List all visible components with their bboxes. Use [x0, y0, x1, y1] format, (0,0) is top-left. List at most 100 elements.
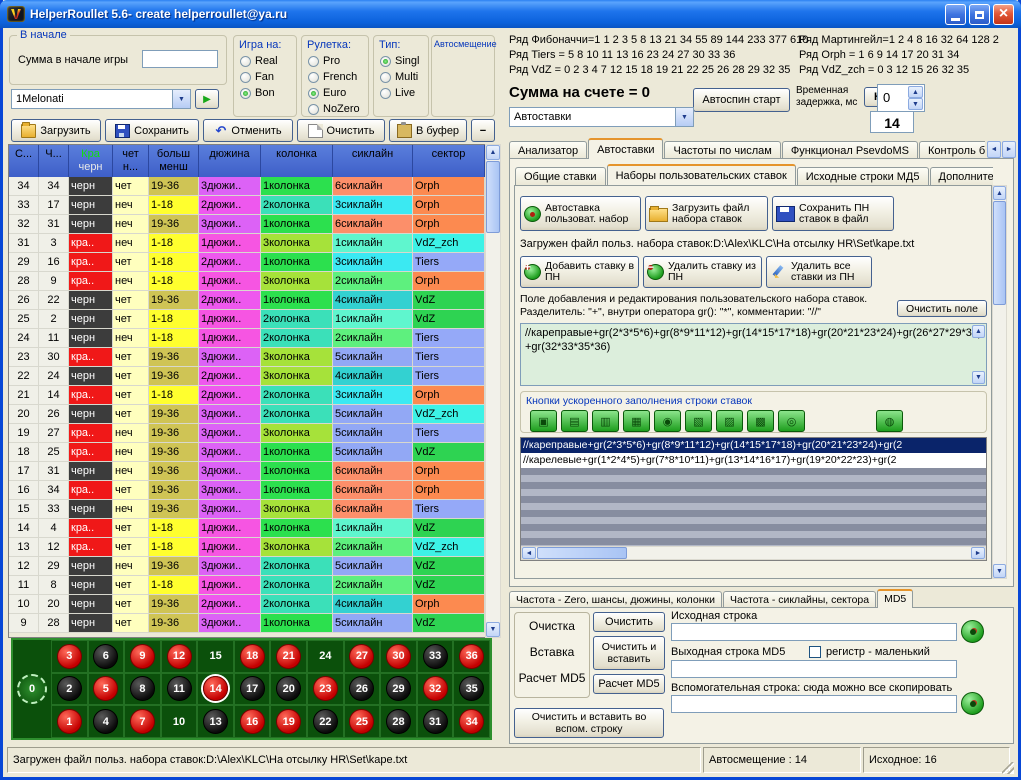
output-string-input[interactable]: [671, 660, 957, 678]
clear-insert-aux-button[interactable]: Очистить и вставить во вспом. строку: [514, 708, 664, 738]
add-stake-button[interactable]: Добавить ставку в ПН: [520, 256, 639, 288]
quick-fill-button-2[interactable]: ▤: [561, 410, 588, 432]
minus-button[interactable]: −: [471, 119, 495, 142]
roulette-cell[interactable]: 7: [124, 705, 161, 738]
quick-fill-button-8[interactable]: ▩: [747, 410, 774, 432]
radio-type-singl[interactable]: Singl: [380, 55, 428, 67]
main-tab-3[interactable]: Частоты по числам: [664, 141, 780, 159]
table-row[interactable]: 1312кра..чет1-181дюжи..3колонка2сиклайнV…: [9, 538, 485, 557]
roulette-cell[interactable]: 17: [234, 673, 271, 706]
quick-fill-button-9[interactable]: ◎: [778, 410, 805, 432]
column-header[interactable]: колонка: [261, 145, 333, 177]
radio-roulette-euro[interactable]: Euro: [308, 87, 368, 99]
table-row[interactable]: 2114кра..чет1-182дюжи..2колонка3сиклайнO…: [9, 386, 485, 405]
spinner-up-icon[interactable]: [908, 86, 923, 98]
roulette-cell[interactable]: 9: [124, 640, 161, 673]
chevron-down-icon[interactable]: [172, 90, 190, 108]
roulette-cell[interactable]: 18: [234, 640, 271, 673]
roulette-cell[interactable]: 31: [417, 705, 454, 738]
column-header[interactable]: С...: [9, 145, 39, 177]
sub-tab-1[interactable]: Общие ставки: [515, 167, 606, 185]
autostakes-combo[interactable]: Автоставки: [509, 107, 694, 127]
table-row[interactable]: 1229черннеч19-363дюжи..2колонка5сиклайнV…: [9, 557, 485, 576]
quick-fill-button-far[interactable]: ◍: [876, 410, 903, 432]
radio-roulette-french[interactable]: French: [308, 71, 368, 83]
sub-tab-3[interactable]: Исходные строки МД5: [797, 167, 929, 185]
delete-all-stakes-button[interactable]: Удалить все ставки из ПН: [766, 256, 872, 288]
tab-scroll-right-icon[interactable]: [1002, 141, 1016, 158]
roulette-cell[interactable]: 6: [88, 640, 125, 673]
scroll-down-icon[interactable]: [972, 371, 985, 384]
table-row[interactable]: 2330кра..чет19-363дюжи..3колонка5сиклайн…: [9, 348, 485, 367]
autospin-start-button[interactable]: Автоспин старт: [693, 88, 790, 112]
table-row[interactable]: 2026чернчет19-363дюжи..2колонка5сиклайнV…: [9, 405, 485, 424]
table-row[interactable]: 289кра..неч1-181дюжи..3колонка2сиклайнOr…: [9, 272, 485, 291]
sub-tab-2[interactable]: Наборы пользовательских ставок: [607, 164, 796, 185]
roulette-cell[interactable]: 23: [307, 673, 344, 706]
load-button[interactable]: Загрузить: [11, 119, 101, 142]
roulette-cell[interactable]: 36: [453, 640, 490, 673]
column-header[interactable]: сектор: [413, 145, 485, 177]
table-row[interactable]: 2411черннеч1-181дюжи..2колонка2сиклайнTi…: [9, 329, 485, 348]
radio-game-bon[interactable]: Bon: [240, 87, 296, 99]
resize-grip[interactable]: [1002, 762, 1014, 774]
roulette-cell[interactable]: 30: [380, 640, 417, 673]
radio-game-fan[interactable]: Fan: [240, 71, 296, 83]
roulette-cell[interactable]: 25: [344, 705, 381, 738]
column-header[interactable]: четн...: [113, 145, 149, 177]
table-row[interactable]: 2224чернчет19-362дюжи..3колонка4сиклайнT…: [9, 367, 485, 386]
table-scrollbar[interactable]: [485, 144, 501, 638]
roulette-cell[interactable]: 2: [51, 673, 88, 706]
roulette-cell[interactable]: 35: [453, 673, 490, 706]
quick-fill-button-7[interactable]: ▨: [716, 410, 743, 432]
maximize-button[interactable]: [969, 4, 990, 25]
radio-roulette-nozero[interactable]: NoZero: [308, 103, 368, 115]
list-item[interactable]: //карелевые+gr(1*2*4*5)+gr(7*8*10*11)+gr…: [521, 453, 986, 468]
column-header[interactable]: большменш: [149, 145, 199, 177]
roulette-cell[interactable]: 8: [124, 673, 161, 706]
title-bar[interactable]: HelperRoullet 5.6- create helperroullet@…: [0, 0, 1021, 28]
main-tab-2[interactable]: Автоставки: [588, 138, 663, 159]
table-row[interactable]: 1634кра..чет19-363дюжи..1колонка6сиклайн…: [9, 481, 485, 500]
roulette-cell[interactable]: 4: [88, 705, 125, 738]
delay-spinner[interactable]: 0: [877, 84, 925, 112]
list-horizontal-scrollbar[interactable]: [521, 546, 986, 560]
roulette-cell[interactable]: 13: [197, 705, 234, 738]
aux-go-button[interactable]: [961, 692, 984, 715]
roulette-cell[interactable]: 14: [197, 673, 234, 706]
bottom-tab-3[interactable]: MD5: [877, 589, 913, 608]
table-row[interactable]: 313кра..неч1-181дюжи..3колонка1сиклайнVd…: [9, 234, 485, 253]
roulette-cell[interactable]: 10: [161, 705, 198, 738]
radio-game-real[interactable]: Real: [240, 55, 296, 67]
bottom-tab-2[interactable]: Частота - сиклайны, сектора: [723, 591, 876, 608]
play-button[interactable]: ▶: [195, 89, 219, 109]
md5-clear-button[interactable]: Очистить: [593, 612, 665, 632]
panel-scrollbar-thumb[interactable]: [993, 201, 1006, 305]
column-header[interactable]: Ч...: [39, 145, 69, 177]
source-go-button[interactable]: [961, 620, 984, 643]
table-scrollbar-thumb[interactable]: [486, 161, 500, 233]
table-row[interactable]: 2916кра..чет1-182дюжи..1колонка3сиклайнT…: [9, 253, 485, 272]
roulette-cell[interactable]: 21: [270, 640, 307, 673]
roulette-cell[interactable]: 28: [380, 705, 417, 738]
roulette-cell[interactable]: 29: [380, 673, 417, 706]
radio-type-live[interactable]: Live: [380, 87, 428, 99]
quick-fill-button-3[interactable]: ▥: [592, 410, 619, 432]
roulette-cell[interactable]: 3: [51, 640, 88, 673]
table-row[interactable]: 144кра..чет1-181дюжи..1колонка1сиклайнVd…: [9, 519, 485, 538]
scroll-up-icon[interactable]: [486, 145, 500, 160]
scroll-down-icon[interactable]: [486, 622, 500, 637]
save-set-button[interactable]: Сохранить ПН ставок в файл: [772, 196, 894, 231]
list-scrollbar-thumb[interactable]: [537, 547, 627, 559]
minimize-button[interactable]: [945, 4, 966, 25]
table-row[interactable]: 1020чернчет19-362дюжи..2колонка4сиклайнO…: [9, 595, 485, 614]
roulette-cell[interactable]: 11: [161, 673, 198, 706]
quick-fill-button-4[interactable]: ▦: [623, 410, 650, 432]
roulette-cell[interactable]: 33: [417, 640, 454, 673]
autostake-user-button[interactable]: Автоставка пользоват. набор: [520, 196, 641, 231]
roulette-cell[interactable]: 12: [161, 640, 198, 673]
close-button[interactable]: [993, 4, 1014, 25]
load-set-button[interactable]: Загрузить файл набора ставок: [645, 196, 768, 231]
results-table-header[interactable]: С...Ч...Крачернчетн...большменшдюжинакол…: [9, 145, 485, 177]
md5-calc-button[interactable]: Расчет MD5: [593, 674, 665, 694]
